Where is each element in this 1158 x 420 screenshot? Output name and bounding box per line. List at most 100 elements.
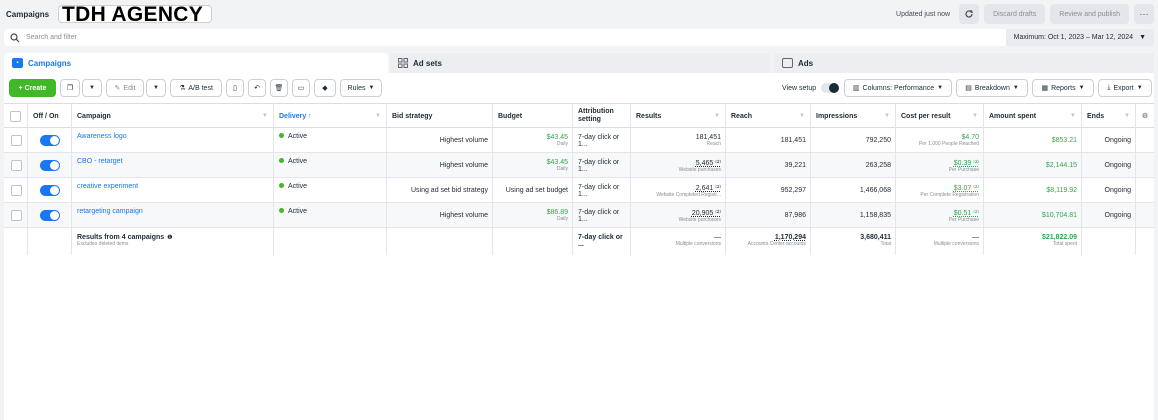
chevron-down-icon: ▼ — [1078, 85, 1085, 91]
view-setup[interactable]: View setup — [782, 79, 840, 97]
tab-ad-sets[interactable]: Ad sets — [390, 53, 770, 73]
header-impressions[interactable]: Impressions ▼ — [811, 104, 896, 128]
view-setup-toggle[interactable] — [821, 83, 840, 93]
header-amount-spent[interactable]: Amount spent ▼ — [984, 104, 1082, 128]
header-bid-strategy[interactable]: Bid strategy — [387, 104, 493, 128]
campaign-toggle[interactable] — [40, 210, 60, 221]
edit-dropdown[interactable]: ▼ — [146, 79, 166, 97]
tab-ads[interactable]: Ads — [774, 53, 1154, 73]
impressions-cell: 792,250 — [816, 128, 891, 153]
delivery-status: Active — [288, 208, 308, 215]
campaign-name-cell: Awareness logo — [77, 128, 269, 153]
totals-results-sub: Multiple conversions — [675, 241, 721, 247]
budget-cell: $86.89 Daily — [498, 203, 568, 228]
export-button[interactable]: ⤓ Export ▼ — [1098, 79, 1152, 97]
sort-icon: ▼ — [714, 113, 720, 119]
preview-button[interactable]: ▭ — [292, 79, 310, 97]
search-bar[interactable]: Search and filter Maximum: Oct 1, 2023 –… — [4, 29, 1154, 46]
campaign-toggle[interactable] — [40, 185, 60, 196]
breakdown-button[interactable]: ▤ Breakdown ▼ — [956, 79, 1028, 97]
create-button[interactable]: + Create — [9, 79, 56, 97]
row-checkbox[interactable] — [10, 135, 22, 146]
amount-spent-value: $2,144.15 — [1045, 162, 1077, 169]
preview-icon: ▭ — [297, 85, 305, 92]
totals-note: Excludes deleted items — [77, 241, 129, 247]
totals-spent-sub: Total spent — [1052, 241, 1077, 247]
folder-icon: ▪ — [12, 58, 23, 68]
budget-cell: Using ad set budget — [498, 178, 568, 203]
status-dot-icon — [279, 133, 284, 138]
totals-impressions-sub: Total — [880, 241, 891, 247]
reach-value: 952,297 — [780, 187, 806, 194]
review-publish-button[interactable]: Review and publish — [1050, 4, 1129, 24]
reports-button[interactable]: ▦ Reports ▼ — [1032, 79, 1094, 97]
sort-icon: ▼ — [262, 113, 268, 119]
tab-campaigns[interactable]: ▪ Campaigns — [4, 53, 388, 73]
campaign-name-link[interactable]: CBO - retarget — [77, 158, 123, 165]
clipboard-icon: ▯ — [233, 85, 237, 92]
results-type: Reach — [706, 141, 721, 147]
edit-button[interactable]: ✎ Edit — [106, 79, 144, 97]
totals-row: Results from 4 campaigns ❶ Excludes delete… — [4, 228, 1154, 255]
reports-label: Reports — [1051, 84, 1076, 92]
header-cost-per-result[interactable]: Cost per result ▼ — [896, 104, 984, 128]
search-input[interactable]: Search and filter — [26, 34, 77, 41]
campaigns-panel: + Create ❐ ▼ ✎ Edit ▼ ⚗ A/B test ▯ ↶ 🗑 ▭ ◆… — [4, 73, 1154, 420]
status-dot-icon — [279, 183, 284, 188]
attribution-cell: 7-day click or 1... — [578, 203, 626, 228]
breakdown-label: Breakdown — [974, 84, 1010, 92]
trash-icon: 🗑 — [274, 85, 284, 92]
totals-label-cell: Results from 4 campaigns ❶ Excludes delete… — [77, 228, 269, 253]
duplicate-button[interactable]: ❐ — [60, 79, 80, 97]
delete-button[interactable]: 🗑 — [270, 79, 288, 97]
campaign-name-link[interactable]: creative experiment — [77, 183, 138, 190]
header-reach[interactable]: Reach ▼ — [726, 104, 811, 128]
campaign-name-link[interactable]: retargeting campaign — [77, 208, 143, 215]
header-budget[interactable]: Budget — [493, 104, 573, 128]
header-attribution[interactable]: Attribution setting — [573, 104, 631, 128]
campaign-toggle[interactable] — [40, 135, 60, 146]
campaign-toggle[interactable] — [40, 160, 60, 171]
top-bar: Campaigns TDH AGENCY Updated just now Di… — [0, 0, 1158, 28]
ab-test-button[interactable]: ⚗ A/B test — [170, 79, 222, 97]
row-checkbox[interactable] — [10, 185, 22, 196]
row-checkbox[interactable] — [10, 160, 22, 171]
reach-value: 181,451 — [780, 137, 806, 144]
more-button[interactable]: ··· — [1134, 4, 1154, 24]
tag-button[interactable]: ◆ — [314, 79, 336, 97]
header-campaign[interactable]: Campaign ▼ — [72, 104, 274, 128]
totals-reach: 1,170,294 — [774, 234, 806, 241]
header-ends[interactable]: Ends ▼ — [1082, 104, 1136, 128]
info-icon: ❶ — [167, 235, 173, 241]
columns-icon: ▥ — [852, 85, 860, 92]
undo-button[interactable]: ↶ — [248, 79, 266, 97]
ends-value: Ongoing — [1104, 212, 1131, 219]
table-row: Awareness logo Active Highest volume $43.45… — [4, 128, 1154, 153]
clipboard-button[interactable]: ▯ — [226, 79, 244, 97]
impressions-value: 263,258 — [865, 162, 891, 169]
totals-reach-sub: Accounts Center accounts — [747, 241, 806, 247]
results-value: 5,465 ⁽²⁾ — [695, 159, 721, 167]
column-settings-button[interactable]: ⚙ — [1136, 104, 1154, 128]
discard-drafts-button[interactable]: Discard drafts — [984, 4, 1046, 24]
select-all-checkbox[interactable] — [10, 110, 21, 122]
date-range-picker[interactable]: Maximum: Oct 1, 2023 – Mar 12, 2024 ▼ — [1005, 29, 1154, 46]
row-checkbox[interactable] — [10, 210, 22, 221]
rules-button[interactable]: Rules ▼ — [340, 79, 382, 97]
attribution-setting: 7-day click or 1... — [578, 208, 620, 223]
columns-button[interactable]: ▥ Columns: Performance ▼ — [844, 79, 952, 97]
header-delivery[interactable]: Delivery ↑ ▼ — [274, 104, 387, 128]
refresh-button[interactable] — [959, 4, 980, 24]
header-off-on[interactable]: Off / On — [28, 104, 72, 128]
header-results[interactable]: Results ▼ — [631, 104, 726, 128]
impressions-cell: 1,466,068 — [816, 178, 891, 203]
cost-per-result-cell: $0.51 ⁽²⁾ Per Purchase — [901, 203, 979, 228]
bid-strategy: Highest volume — [439, 137, 488, 144]
campaign-name-cell: retargeting campaign — [77, 203, 269, 228]
tag-icon: ◆ — [322, 85, 328, 92]
campaign-name-link[interactable]: Awareness logo — [77, 133, 127, 140]
header-ends-label: Ends — [1087, 112, 1105, 120]
budget-period: Daily — [556, 166, 568, 172]
reach-cell: 181,451 — [731, 128, 806, 153]
duplicate-dropdown[interactable]: ▼ — [82, 79, 102, 97]
